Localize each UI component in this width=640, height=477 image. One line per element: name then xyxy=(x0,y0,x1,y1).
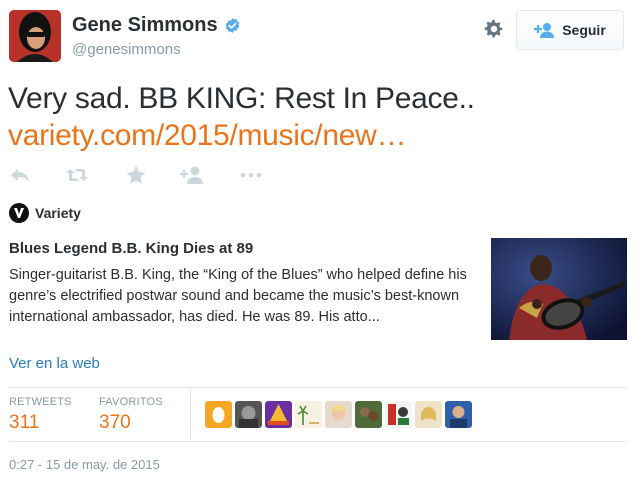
reply-icon[interactable] xyxy=(9,165,31,185)
avatar[interactable] xyxy=(295,401,322,428)
avatar[interactable] xyxy=(325,401,352,428)
view-on-web-link[interactable]: Ver en la web xyxy=(9,355,100,372)
retweets-count: 311 xyxy=(9,412,40,433)
favorite-icon[interactable] xyxy=(125,165,147,185)
avatar[interactable] xyxy=(415,401,442,428)
more-icon[interactable] xyxy=(239,165,263,185)
user-fullname[interactable]: Gene Simmons xyxy=(72,14,218,37)
card-source-name: Variety xyxy=(35,205,81,221)
avatar[interactable] xyxy=(385,401,412,428)
avatar[interactable] xyxy=(9,10,61,62)
avatar[interactable] xyxy=(445,401,472,428)
card-title[interactable]: Blues Legend B.B. King Dies at 89 xyxy=(9,240,253,257)
avatar[interactable] xyxy=(235,401,262,428)
avatar[interactable] xyxy=(355,401,382,428)
tweet-link[interactable]: variety.com/2015/music/new… xyxy=(8,117,628,154)
card-image[interactable] xyxy=(491,238,627,340)
tweet-timestamp[interactable]: 0:27 - 15 de may. de 2015 xyxy=(9,457,160,472)
verified-badge-icon xyxy=(225,18,239,33)
follow-user-icon[interactable] xyxy=(180,165,204,185)
tweet-body: Very sad. BB KING: Rest In Peace.. xyxy=(8,82,475,115)
user-handle[interactable]: @genesimmons xyxy=(72,41,241,58)
avatar[interactable] xyxy=(205,401,232,428)
variety-logo-icon xyxy=(9,203,29,223)
follow-user-icon xyxy=(534,23,555,38)
follow-button[interactable]: Seguir xyxy=(516,10,624,50)
card-description: Singer-guitarist B.B. King, the “King of… xyxy=(9,267,467,325)
avatar[interactable] xyxy=(265,401,292,428)
gear-icon[interactable] xyxy=(483,18,505,40)
stats-separator xyxy=(190,388,191,440)
follow-button-label: Seguir xyxy=(562,22,606,38)
tweet-text: Very sad. BB KING: Rest In Peace.. varie… xyxy=(8,80,628,154)
favoriter-avatars xyxy=(205,401,472,428)
favorites-count: 370 xyxy=(99,412,131,433)
favorites-stat[interactable]: FAVORITOS 370 xyxy=(99,396,163,434)
favorites-label: FAVORITOS xyxy=(99,396,163,408)
retweet-icon[interactable] xyxy=(65,165,89,185)
divider xyxy=(9,441,627,442)
retweets-label: RETWEETS xyxy=(9,396,72,408)
retweets-stat[interactable]: RETWEETS 311 xyxy=(9,396,72,434)
tweet-stats: RETWEETS 311 FAVORITOS 370 xyxy=(9,388,627,440)
tweet-header: Gene Simmons @genesimmons Seguir xyxy=(9,10,631,64)
card-source[interactable]: Variety xyxy=(9,203,81,223)
